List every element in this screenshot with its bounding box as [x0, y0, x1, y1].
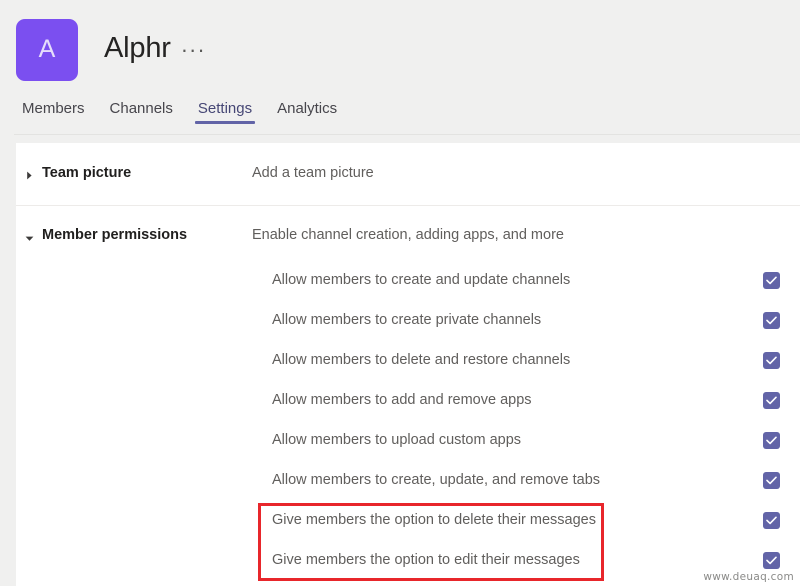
- section-title-team-picture: Team picture: [42, 165, 132, 181]
- more-options-icon[interactable]: ···: [181, 38, 206, 60]
- permission-label: Allow members to add and remove apps: [272, 392, 532, 408]
- section-team-picture: Team picture Add a team picture: [16, 143, 800, 205]
- team-header: A Alphr ···: [0, 0, 800, 97]
- checkbox-delete-restore-channels[interactable]: [763, 351, 780, 369]
- permission-row: Allow members to delete and restore chan…: [16, 340, 800, 380]
- tab-analytics[interactable]: Analytics: [268, 97, 346, 126]
- page-title: Alphr: [104, 32, 171, 64]
- section-desc-member-permissions: Enable channel creation, adding apps, an…: [252, 227, 564, 243]
- checkbox-upload-custom-apps[interactable]: [763, 431, 780, 449]
- checkbox-create-update-remove-tabs[interactable]: [763, 471, 780, 489]
- watermark: www.deuaq.com: [703, 571, 794, 583]
- section-member-permissions: Member permissions Enable channel creati…: [16, 206, 800, 584]
- section-desc-team-picture: Add a team picture: [252, 165, 374, 181]
- team-avatar: A: [16, 18, 78, 81]
- tab-members[interactable]: Members: [13, 97, 94, 126]
- permission-label: Give members the option to delete their …: [272, 512, 596, 528]
- permissions-list: Allow members to create and update chann…: [16, 260, 800, 584]
- permission-row: Allow members to create private channels: [16, 300, 800, 340]
- section-title-member-permissions: Member permissions: [42, 227, 188, 243]
- team-title-wrap: Alphr ···: [104, 32, 206, 65]
- permission-label: Allow members to create and update chann…: [272, 272, 571, 288]
- section-header-team-picture[interactable]: Team picture Add a team picture: [16, 143, 800, 181]
- permission-row: Give members the option to edit their me…: [16, 540, 800, 580]
- checkbox-delete-own-messages[interactable]: [763, 511, 780, 529]
- checkbox-create-private-channels[interactable]: [763, 311, 780, 329]
- chevron-down-icon[interactable]: [16, 206, 42, 243]
- avatar-initial: A: [38, 35, 56, 63]
- permission-label: Allow members to upload custom apps: [272, 432, 522, 448]
- chevron-right-icon[interactable]: [16, 143, 42, 180]
- settings-panel: Team picture Add a team picture Member p…: [16, 143, 800, 586]
- permission-row: Allow members to create and update chann…: [16, 260, 800, 300]
- tab-bar-divider: [14, 134, 800, 135]
- checkbox-edit-own-messages[interactable]: [763, 551, 780, 569]
- permission-label: Allow members to create, update, and rem…: [272, 472, 601, 488]
- checkbox-add-remove-apps[interactable]: [763, 391, 780, 409]
- checkbox-create-update-channels[interactable]: [763, 271, 780, 289]
- tab-channels[interactable]: Channels: [101, 97, 182, 126]
- permission-label: Give members the option to edit their me…: [272, 552, 580, 568]
- permission-row: Allow members to add and remove apps: [16, 380, 800, 420]
- permission-row: Give members the option to delete their …: [16, 500, 800, 540]
- tab-settings[interactable]: Settings: [189, 97, 261, 126]
- permission-label: Allow members to create private channels: [272, 312, 542, 328]
- section-header-member-permissions[interactable]: Member permissions Enable channel creati…: [16, 206, 800, 243]
- permission-row: Allow members to create, update, and rem…: [16, 460, 800, 500]
- tab-bar: Members Channels Settings Analytics: [0, 97, 800, 136]
- permission-row: Allow members to upload custom apps: [16, 420, 800, 460]
- permission-label: Allow members to delete and restore chan…: [272, 352, 571, 368]
